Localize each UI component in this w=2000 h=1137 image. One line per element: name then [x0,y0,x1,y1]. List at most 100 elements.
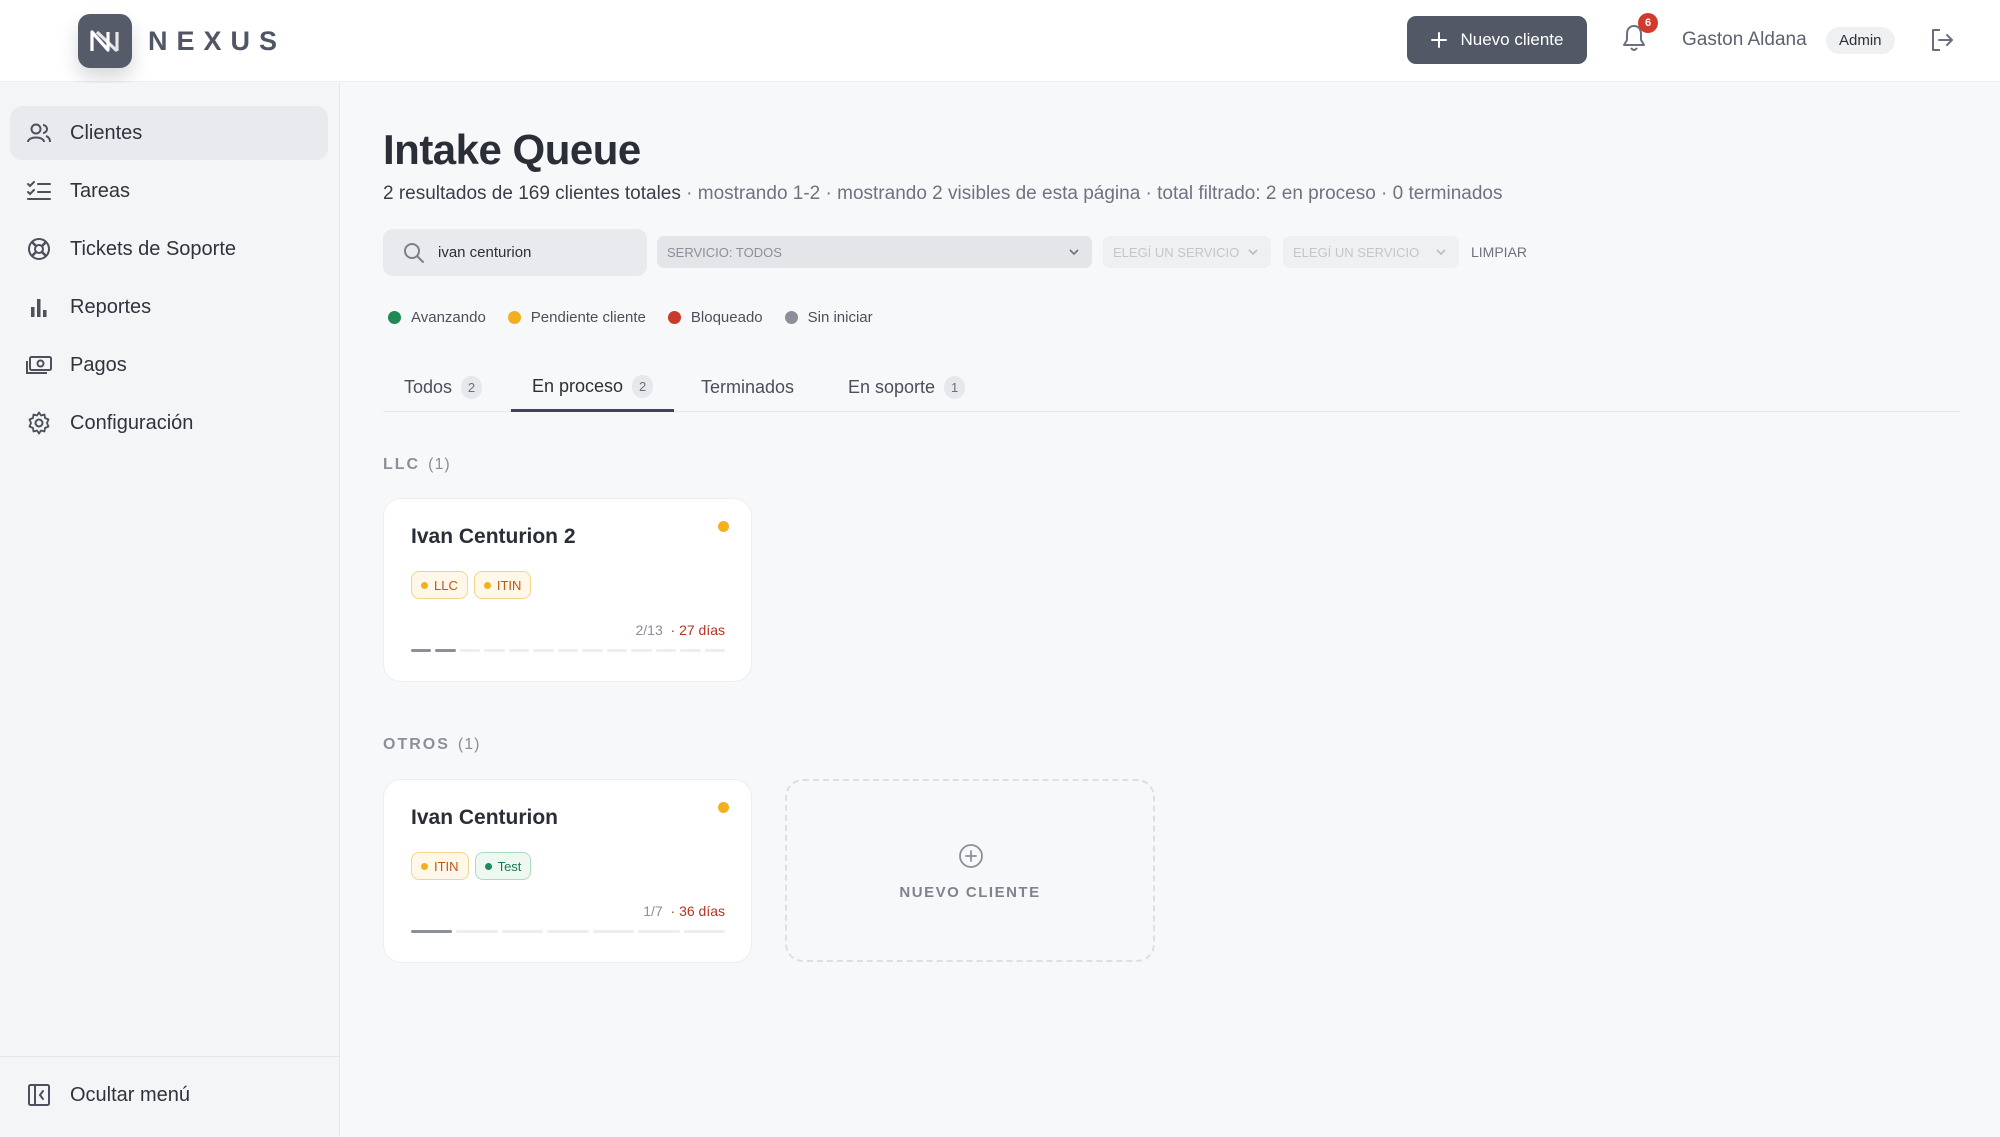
progress-segment [683,930,725,933]
search-icon [404,243,424,263]
sidebar-item-tickets[interactable]: Tickets de Soporte [10,222,328,276]
progress-text: 1/7 · 36 días [643,903,725,919]
sidebar-item-reportes[interactable]: Reportes [10,280,328,334]
role-badge: Admin [1826,27,1895,54]
client-card[interactable]: Ivan Centurion 2 LLC ITIN 2/13 · 27 días [383,498,752,682]
collapse-menu-label: Ocultar menú [70,1083,191,1106]
results-summary: 2 resultados de 169 clientes totales · m… [383,183,1503,205]
progress-segment [435,649,456,652]
progress-segment [411,930,453,933]
sidebar-divider [0,1056,340,1057]
lifebuoy-icon [28,238,50,260]
status-tabs: Todos 2 En proceso 2 Terminados En soporte… [383,363,1960,412]
progress-segment [606,649,628,652]
tab-en-soporte[interactable]: En soporte 1 [827,363,986,412]
group-header-otros: OTROS (1) [383,736,481,753]
sidebar-item-pagos[interactable]: Pagos [10,338,328,392]
progress-segment [704,649,726,652]
top-bar: NEXUS Nuevo cliente 6 Gaston Aldana Admi… [0,0,2000,82]
service-select[interactable]: Servicio: Todos [657,236,1092,268]
service-tag: Test [474,852,532,880]
search-input[interactable]: ivan centurion [383,229,647,276]
group-header-llc: LLC (1) [383,456,451,473]
results-count: 2 resultados de 169 clientes totales [383,183,681,204]
brand-name: NEXUS [148,26,287,56]
chevron-down-icon [1436,249,1446,256]
progress-segment [557,649,579,652]
service-select-value: Servicio: Todos [667,244,782,260]
chevron-down-icon [1248,249,1258,256]
sidebar-item-label: Clientes [70,121,143,144]
sidebar-item-tareas[interactable]: Tareas [10,164,328,218]
bar-chart-icon [31,299,47,317]
progress-segment [411,649,432,652]
sidebar-item-label: Reportes [70,295,152,318]
progress-segment [456,930,498,933]
chevron-down-icon [1069,249,1079,256]
user-name: Gaston Aldana [1682,29,1807,50]
task-list-icon [27,181,51,200]
collapse-menu-button[interactable]: Ocultar menú [10,1068,328,1122]
new-client-label: Nuevo cliente [1460,30,1564,49]
service-tag: ITIN [411,852,469,880]
tab-count: 1 [944,376,966,399]
progress-segment [655,649,677,652]
new-client-card[interactable]: NUEVO CLIENTE [785,779,1155,962]
progress-segment [484,649,505,652]
service-filter-select-3[interactable]: Elegí un servicio [1283,236,1459,268]
progress-bar [411,649,726,652]
progress-segment [508,649,530,652]
legend-item-avanzando: Avanzando [388,309,486,326]
tab-en-proceso[interactable]: En proceso 2 [511,363,675,412]
progress-segment [582,649,603,652]
progress-text: 2/13 · 27 días [635,622,725,638]
progress-segment [533,649,554,652]
progress-segment [680,649,701,652]
sidebar-item-label: Tickets de Soporte [70,237,237,260]
gear-icon [28,411,50,435]
client-name: Ivan Centurion [411,806,559,829]
progress-segment [592,930,635,933]
service-filter-select-2[interactable]: Elegí un servicio [1103,236,1271,268]
clear-filters-button[interactable]: Limpiar [1471,244,1527,260]
progress-bar [411,930,725,933]
sidebar-item-label: Pagos [70,353,127,376]
sidebar-item-label: Tareas [70,179,131,202]
progress-segment [638,930,680,933]
plus-circle-icon [959,844,983,868]
tab-terminados[interactable]: Terminados [680,363,815,412]
logo-icon [90,30,119,53]
sidebar: Clientes Tareas Tickets de Soporte Repor… [0,83,340,1137]
logout-icon[interactable] [1929,27,1955,53]
money-icon [26,356,52,374]
sidebar-collapse-icon [28,1084,50,1106]
legend-item-pendiente: Pendiente cliente [507,309,646,326]
client-name: Ivan Centurion 2 [411,525,576,548]
page-title: Intake Queue [383,126,641,173]
status-dot [718,521,729,532]
tab-todos[interactable]: Todos 2 [383,363,503,412]
plus-icon [1431,32,1448,48]
notification-count-badge: 6 [1638,13,1658,33]
tab-count: 2 [632,374,654,398]
service-tag: LLC [411,571,468,599]
sidebar-item-clientes[interactable]: Clientes [10,106,328,160]
progress-segment [547,930,589,933]
progress-segment [631,649,652,652]
search-value: ivan centurion [438,244,532,261]
new-client-button[interactable]: Nuevo cliente [1407,16,1587,64]
service-tag: ITIN [473,571,532,599]
tab-count: 2 [461,376,483,399]
legend-item-bloqueado: Bloqueado [667,309,763,326]
progress-segment [459,649,481,652]
new-client-card-label: NUEVO CLIENTE [899,884,1041,901]
results-details: · mostrando 1-2 · mostrando 2 visibles d… [680,183,1503,204]
select-placeholder: Elegí un servicio [1113,244,1240,260]
select-placeholder: Elegí un servicio [1293,244,1420,260]
logo[interactable] [78,14,132,68]
sidebar-item-label: Configuración [70,411,194,434]
client-card[interactable]: Ivan Centurion ITIN Test 1/7 · 36 días [383,779,752,963]
sidebar-item-configuracion[interactable]: Configuración [10,396,328,450]
users-icon [27,123,51,143]
status-dot [718,802,729,813]
